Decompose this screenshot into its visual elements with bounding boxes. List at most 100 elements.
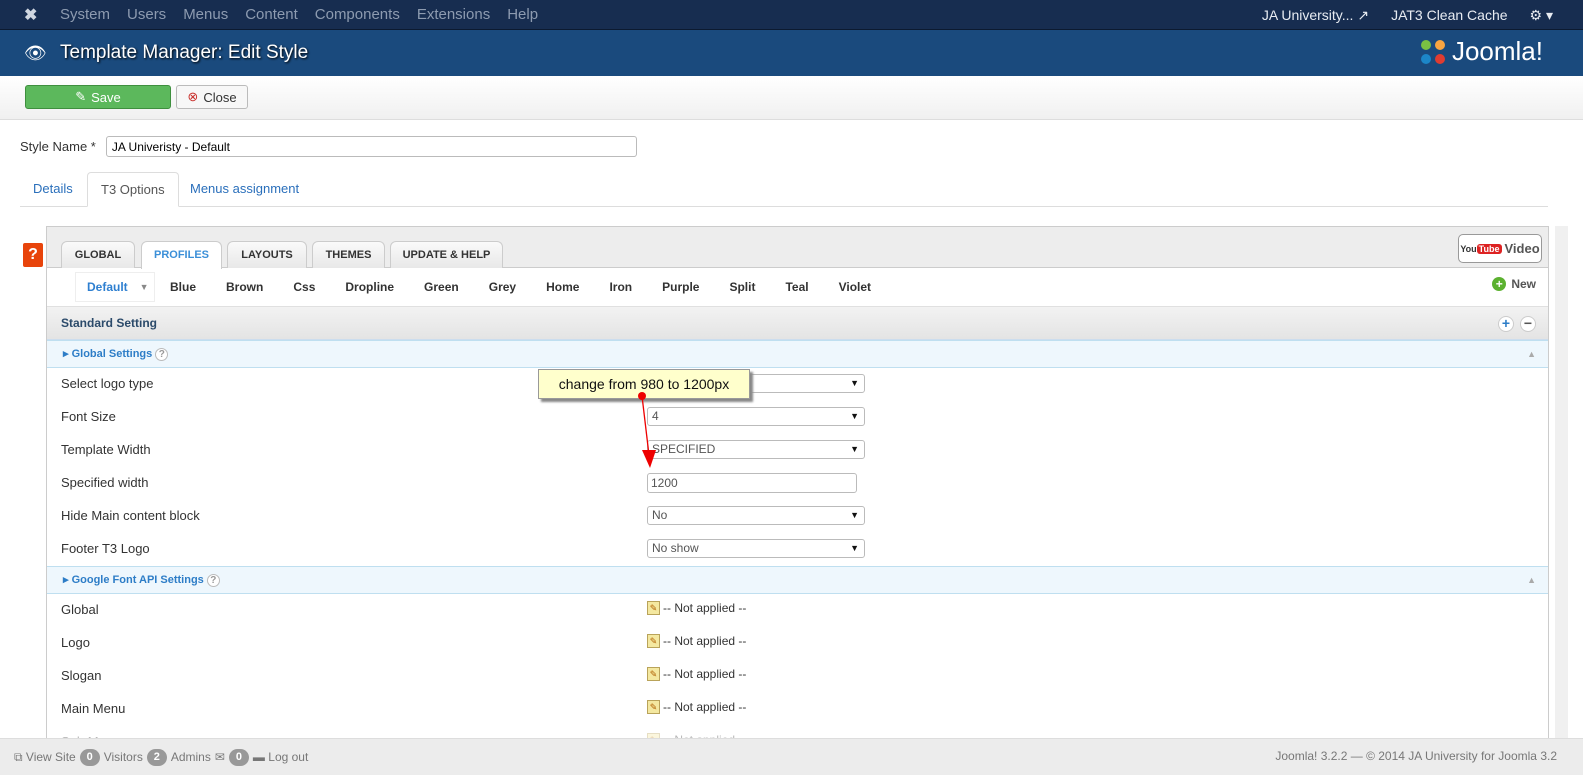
joomla-brand: Joomla! [1451, 36, 1543, 66]
save-button[interactable]: ✎ Save [25, 85, 171, 109]
font-size-label: Font Size [61, 409, 116, 424]
profile-blue[interactable]: Blue [155, 280, 211, 294]
global-settings-title: Global Settings [71, 348, 153, 360]
font-global-value: -- Not applied -- [663, 601, 747, 615]
font-main-menu-label: Main Menu [61, 701, 126, 716]
chevron-down-icon[interactable]: ▼ [140, 282, 149, 292]
standard-setting-title: Standard Setting [61, 316, 158, 330]
top-navbar: ✖ System Users Menus Content Components Exten… [0, 0, 1583, 30]
joomla-logo-icon [1420, 39, 1445, 64]
view-site-label: View Site [25, 749, 76, 764]
caret-right-icon: ▸ [63, 348, 69, 360]
collapse-icon[interactable]: ▲ [1527, 341, 1536, 368]
copyright: Joomla! 3.2.2 — © 2014 JA University for… [1275, 749, 1557, 763]
toolbar: ✎ Save ⊗ Close [0, 76, 1583, 120]
profile-grey[interactable]: Grey [474, 280, 531, 294]
menu-content[interactable]: Content [245, 6, 298, 23]
new-label: New [1511, 277, 1536, 291]
profile-split[interactable]: Split [714, 280, 770, 294]
logout-label: Log out [268, 750, 309, 764]
help-icon[interactable]: ? [155, 348, 169, 361]
close-button[interactable]: ⊗ Close [176, 85, 248, 109]
profile-default[interactable]: Default ▼ [75, 272, 155, 302]
profile-violet[interactable]: Violet [824, 280, 886, 294]
joomla-logo: Joomla! [1418, 36, 1543, 67]
t3-options-panel: GLOBAL PROFILES LAYOUTS THEMES UPDATE & … [46, 226, 1549, 749]
font-slogan-value: -- Not applied -- [663, 667, 747, 681]
profile-home[interactable]: Home [531, 280, 594, 294]
menu-system[interactable]: System [60, 6, 110, 23]
t3-tab-layouts[interactable]: LAYOUTS [227, 241, 307, 268]
site-link[interactable]: JA University... ↗ [1262, 7, 1369, 24]
edit-pencil-icon[interactable]: ✎ [647, 667, 660, 681]
scrollbar[interactable] [1555, 226, 1568, 738]
view-site-link[interactable]: ⧉ View Site [14, 750, 76, 765]
footer-logo-select[interactable]: No show [647, 539, 865, 558]
template-width-select[interactable]: SPECIFIED [647, 440, 865, 459]
profile-brown[interactable]: Brown [211, 280, 278, 294]
logout-link[interactable]: ▬ Log out [253, 750, 308, 764]
collapse-icon[interactable]: ▲ [1527, 567, 1536, 594]
caret-right-icon: ▸ [63, 574, 69, 586]
profile-dropline[interactable]: Dropline [330, 280, 409, 294]
profile-iron[interactable]: Iron [594, 280, 647, 294]
clean-cache-link[interactable]: JAT3 Clean Cache [1391, 7, 1507, 23]
gear-icon[interactable]: ⚙ ▾ [1530, 7, 1553, 24]
page-title: Template Manager: Edit Style [60, 42, 309, 63]
global-settings-group[interactable]: ▸ Global Settings? ▲ [47, 340, 1548, 368]
tab-details[interactable]: Details [20, 172, 86, 207]
edit-icon: ✎ [75, 89, 87, 104]
google-font-title: Google Font API Settings [71, 574, 204, 586]
hide-main-content-label: Hide Main content block [61, 508, 200, 523]
t3-tab-themes[interactable]: THEMES [312, 241, 385, 268]
menu-components[interactable]: Components [315, 6, 400, 23]
t3-tab-global[interactable]: GLOBAL [61, 241, 135, 268]
edit-pencil-icon[interactable]: ✎ [647, 601, 660, 615]
font-global-label: Global [61, 602, 99, 617]
joomla-icon[interactable]: ✖ [24, 5, 44, 25]
tab-t3-options[interactable]: T3 Options [87, 172, 179, 207]
plus-circle-icon: + [1492, 277, 1507, 291]
font-size-select[interactable]: 4 [647, 407, 865, 426]
hide-main-content-select[interactable]: No [647, 506, 865, 525]
site-link-label: JA University... [1261, 6, 1354, 23]
annotation-callout: change from 980 to 1200px [538, 369, 750, 399]
profile-list: Default ▼ Blue Brown Css Dropline Green G… [47, 268, 1548, 306]
video-button[interactable]: You Tube Video [1458, 234, 1542, 263]
logo-type-label: Select logo type [61, 376, 154, 391]
specified-width-label: Specified width [61, 475, 149, 490]
new-profile-button[interactable]: + New [1492, 277, 1536, 291]
profile-green[interactable]: Green [409, 280, 474, 294]
menu-help[interactable]: Help [507, 6, 538, 23]
profile-css[interactable]: Css [278, 280, 330, 294]
font-logo-value: -- Not applied -- [663, 634, 747, 648]
admins-badge: 2 [146, 748, 167, 766]
footer-logo-label: Footer T3 Logo [61, 541, 150, 556]
menu-menus[interactable]: Menus [183, 6, 228, 23]
style-name-input[interactable] [105, 136, 637, 157]
font-main-menu-value: -- Not applied -- [663, 700, 747, 714]
collapse-all-icon[interactable]: − [1520, 316, 1536, 332]
specified-width-input[interactable]: 1200 [647, 473, 857, 493]
help-icon[interactable]: ? [206, 574, 220, 587]
profile-purple[interactable]: Purple [647, 280, 714, 294]
edit-pencil-icon[interactable]: ✎ [647, 634, 660, 648]
google-font-group[interactable]: ▸ Google Font API Settings? ▲ [47, 566, 1548, 594]
main-tabs: Details T3 Options Menus assignment [20, 172, 1548, 207]
t3-tab-profiles[interactable]: PROFILES [141, 241, 222, 269]
template-width-label: Template Width [61, 442, 151, 457]
status-bar: ⧉ View Site 0 Visitors 2 Admins ✉ 0 ▬ Log o… [0, 738, 1583, 775]
font-logo-label: Logo [61, 635, 90, 650]
menu-extensions[interactable]: Extensions [417, 6, 490, 23]
messages-badge[interactable]: 0 [228, 748, 249, 766]
help-button[interactable]: ? [23, 243, 43, 267]
edit-pencil-icon[interactable]: ✎ [647, 700, 660, 714]
expand-all-icon[interactable]: + [1498, 316, 1514, 332]
envelope-icon[interactable]: ✉ [215, 750, 225, 764]
profile-teal[interactable]: Teal [770, 280, 823, 294]
visitors-label: Visitors [103, 750, 143, 764]
t3-tab-update-help[interactable]: UPDATE & HELP [390, 241, 503, 268]
menu-users[interactable]: Users [127, 6, 166, 23]
tab-menus-assignment[interactable]: Menus assignment [177, 172, 312, 207]
video-label: Video [1504, 241, 1540, 256]
